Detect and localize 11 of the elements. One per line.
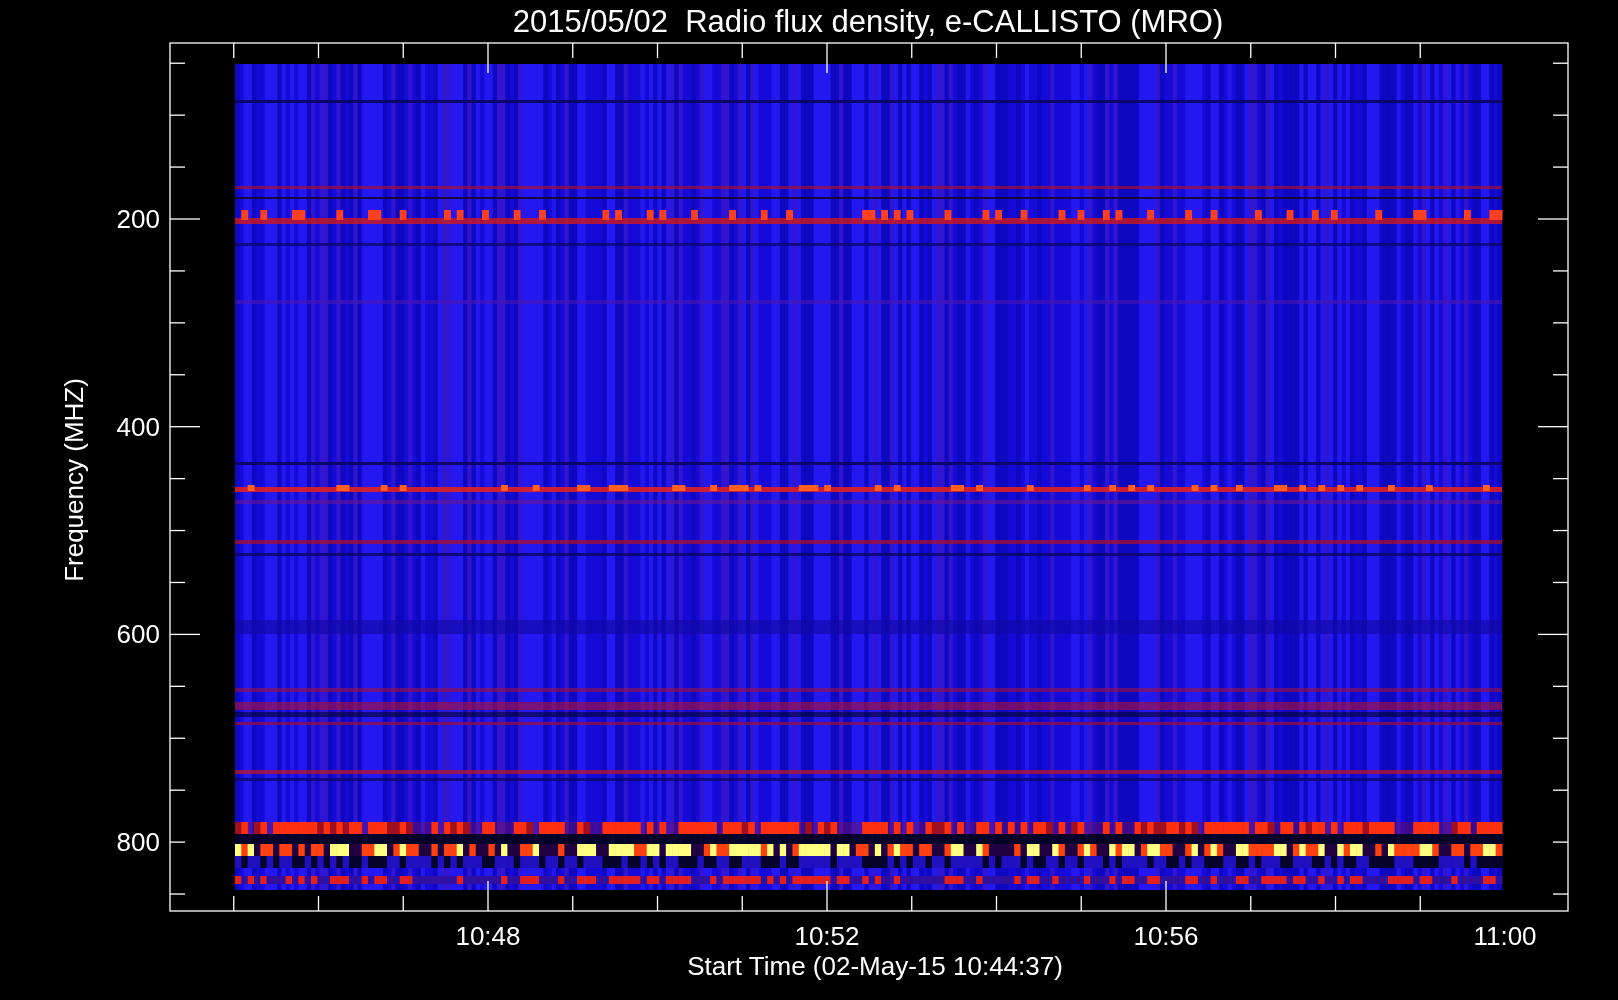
x-axis-label: Start Time (02-May-15 10:44:37) bbox=[687, 951, 1063, 981]
y-tick-label: 800 bbox=[116, 827, 160, 858]
x-tick-label: 10:52 bbox=[794, 921, 860, 951]
chart-title: 2015/05/02 Radio flux density, e-CALLISTO (MRO) bbox=[512, 4, 1224, 39]
x-tick-label: 10:48 bbox=[455, 921, 521, 951]
y-tick-label: 600 bbox=[116, 619, 160, 650]
x-tick-label: 10:56 bbox=[1133, 921, 1199, 951]
y-axis-label: Frequency (MHZ) bbox=[59, 378, 89, 582]
y-tick-label: 400 bbox=[116, 411, 160, 442]
x-tick-label: 11:00 bbox=[1473, 921, 1537, 951]
y-tick-label: 200 bbox=[116, 204, 160, 234]
